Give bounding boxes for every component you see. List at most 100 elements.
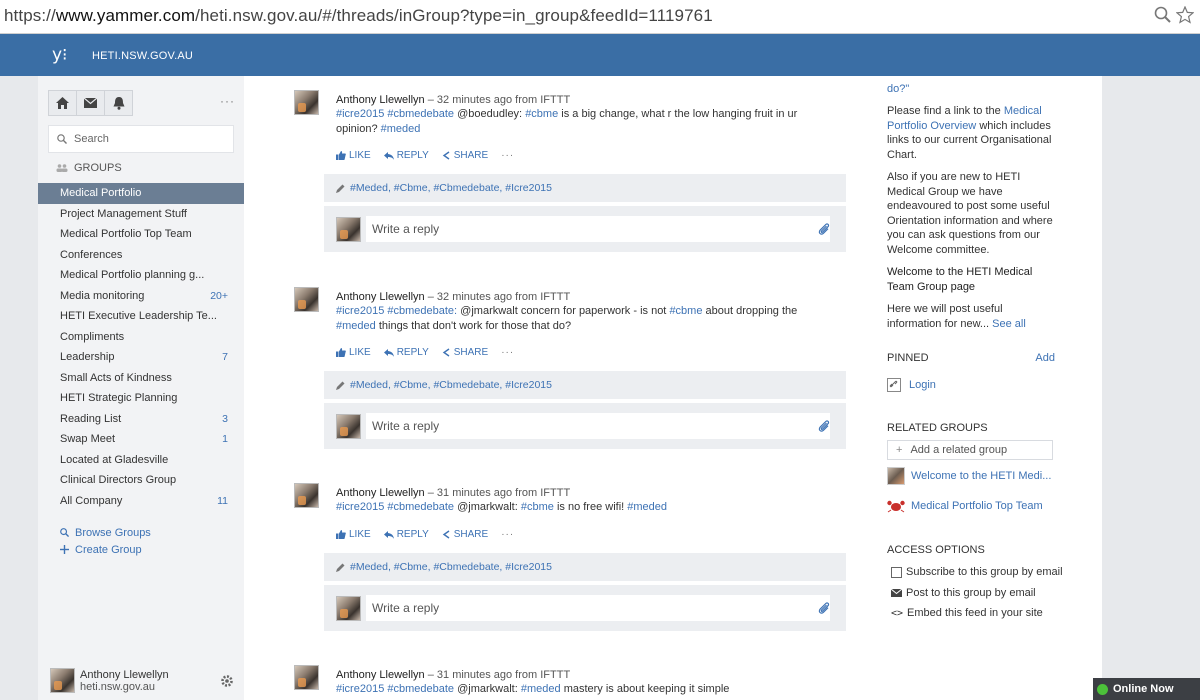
gear-icon[interactable] xyxy=(220,674,234,688)
avatar[interactable] xyxy=(294,665,319,690)
like-button[interactable]: LIKE xyxy=(336,529,371,540)
hashtag[interactable]: #icre2015 xyxy=(336,683,384,695)
search-icon xyxy=(60,528,69,537)
group-item[interactable]: All Company 11 xyxy=(38,491,244,512)
topics-list[interactable]: #Meded, #Cbme, #Cbmedebate, #Icre2015 xyxy=(350,379,552,391)
group-item[interactable]: Located at Gladesville xyxy=(38,450,244,471)
mention[interactable]: @boedudley: xyxy=(457,108,522,120)
topics-list[interactable]: #Meded, #Cbme, #Cbmedebate, #Icre2015 xyxy=(350,561,552,573)
like-button[interactable]: LIKE xyxy=(336,150,371,161)
group-info-fragment[interactable]: do?" xyxy=(887,82,1057,97)
more-options-icon[interactable]: ··· xyxy=(501,150,514,161)
avatar[interactable] xyxy=(294,287,319,312)
subscribe-checkbox[interactable] xyxy=(891,566,902,578)
hashtag[interactable]: #meded xyxy=(381,123,421,135)
share-button[interactable]: SHARE xyxy=(442,347,488,358)
avatar[interactable] xyxy=(294,90,319,115)
current-user[interactable]: Anthony Llewellyn heti.nsw.gov.au xyxy=(50,668,169,693)
group-item[interactable]: Small Acts of Kindness xyxy=(38,368,244,389)
hashtag[interactable]: #icre2015 xyxy=(336,501,384,513)
browse-groups-link[interactable]: Browse Groups xyxy=(60,524,151,541)
share-button[interactable]: SHARE xyxy=(442,529,488,540)
hashtag[interactable]: #meded xyxy=(521,683,561,695)
hashtag[interactable]: #meded xyxy=(627,501,667,513)
hashtag[interactable]: #meded xyxy=(336,320,376,332)
reply-button[interactable]: REPLY xyxy=(383,150,429,161)
group-item[interactable]: HETI Executive Leadership Te... xyxy=(38,306,244,327)
url-text[interactable]: https://www.yammer.com/heti.nsw.gov.au/#… xyxy=(4,6,713,26)
hashtag[interactable]: #cbmedebate xyxy=(387,683,454,695)
search-icon[interactable] xyxy=(1154,6,1172,24)
chat-status-bar[interactable]: Online Now xyxy=(1093,678,1200,700)
group-item[interactable]: Medical Portfolio xyxy=(38,183,244,204)
avatar[interactable] xyxy=(294,483,319,508)
group-item[interactable]: Conferences xyxy=(38,245,244,266)
like-button[interactable]: LIKE xyxy=(336,347,371,358)
group-item[interactable]: HETI Strategic Planning xyxy=(38,388,244,409)
hashtag[interactable]: #icre2015 xyxy=(336,108,384,120)
more-options-icon[interactable]: ··· xyxy=(220,95,235,107)
network-name[interactable]: HETI.NSW.GOV.AU xyxy=(92,50,193,62)
add-pinned-link[interactable]: Add xyxy=(1035,352,1055,364)
search-input[interactable]: Search xyxy=(48,125,234,153)
user-name: Anthony Llewellyn xyxy=(80,668,169,681)
topics-list[interactable]: #Meded, #Cbme, #Cbmedebate, #Icre2015 xyxy=(350,182,552,194)
share-button[interactable]: SHARE xyxy=(442,150,488,161)
hashtag[interactable]: #cbme xyxy=(525,108,558,120)
subscribe-email-option[interactable]: Subscribe to this group by email xyxy=(891,566,1063,578)
pinned-login-link[interactable]: Login xyxy=(887,378,936,392)
group-item[interactable]: Reading List 3 xyxy=(38,409,244,430)
mention[interactable]: @jmarkwalt: xyxy=(457,501,518,513)
post-by-email-option[interactable]: Post to this group by email xyxy=(891,587,1036,599)
hashtag[interactable]: #cbmedebate: xyxy=(387,305,457,317)
hashtag[interactable]: #cbme xyxy=(669,305,702,317)
inbox-button[interactable] xyxy=(76,90,105,116)
post-text: #icre2015 #cbmedebate @boedudley: #cbme … xyxy=(336,108,798,135)
reply-box: Write a reply xyxy=(324,403,846,449)
post-actions: LIKE REPLY SHARE ··· xyxy=(336,347,514,358)
home-button[interactable] xyxy=(48,90,77,116)
group-item[interactable]: Medical Portfolio planning g... xyxy=(38,265,244,286)
hashtag[interactable]: #cbmedebate xyxy=(387,501,454,513)
group-item[interactable]: Leadership 7 xyxy=(38,347,244,368)
author-name[interactable]: Anthony Llewellyn xyxy=(336,94,425,106)
add-related-group-input[interactable]: + Add a related group xyxy=(887,440,1053,460)
group-item[interactable]: Project Management Stuff xyxy=(38,204,244,225)
unread-count: 3 xyxy=(222,412,228,425)
address-bar[interactable]: https://www.yammer.com/heti.nsw.gov.au/#… xyxy=(0,0,1200,34)
author-name[interactable]: Anthony Llewellyn xyxy=(336,487,425,499)
star-icon[interactable] xyxy=(1176,6,1194,24)
thread-post: Anthony Llewellyn – 32 minutes ago from … xyxy=(294,90,854,137)
author-name[interactable]: Anthony Llewellyn xyxy=(336,669,425,681)
post-text: #icre2015 #cbmedebate @jmarkwalt: #meded… xyxy=(336,683,730,695)
group-item[interactable]: Media monitoring 20+ xyxy=(38,286,244,307)
reply-input[interactable]: Write a reply xyxy=(366,413,830,439)
paperclip-icon[interactable] xyxy=(818,602,830,615)
more-options-icon[interactable]: ··· xyxy=(501,347,514,358)
mention[interactable]: @jmarkwalt: xyxy=(457,683,518,695)
paperclip-icon[interactable] xyxy=(818,420,830,433)
notifications-button[interactable] xyxy=(104,90,133,116)
mention[interactable]: @jmarkwalt xyxy=(460,305,518,317)
group-item[interactable]: Compliments xyxy=(38,327,244,348)
see-all-link[interactable]: See all xyxy=(992,318,1026,330)
group-item[interactable]: Medical Portfolio Top Team xyxy=(38,224,244,245)
related-group-item[interactable]: Welcome to the HETI Medi... xyxy=(887,467,1051,485)
paperclip-icon[interactable] xyxy=(818,223,830,236)
hashtag[interactable]: #cbme xyxy=(521,501,554,513)
group-item[interactable]: Swap Meet 1 xyxy=(38,429,244,450)
hashtag[interactable]: #icre2015 xyxy=(336,305,384,317)
related-group-item[interactable]: Medical Portfolio Top Team xyxy=(887,497,1043,515)
group-item[interactable]: Clinical Directors Group xyxy=(38,470,244,491)
author-name[interactable]: Anthony Llewellyn xyxy=(336,291,425,303)
reply-input[interactable]: Write a reply xyxy=(366,216,830,242)
sidebar: ··· Search GROUPS Medical Portfolio Proj… xyxy=(38,76,244,700)
embed-feed-option[interactable]: <> Embed this feed in your site xyxy=(891,607,1043,619)
hashtag[interactable]: #cbmedebate xyxy=(387,108,454,120)
reply-input[interactable]: Write a reply xyxy=(366,595,830,621)
create-group-link[interactable]: Create Group xyxy=(60,541,151,558)
yammer-logo[interactable]: y⁝ xyxy=(52,45,67,65)
reply-button[interactable]: REPLY xyxy=(383,529,429,540)
reply-button[interactable]: REPLY xyxy=(383,347,429,358)
more-options-icon[interactable]: ··· xyxy=(501,529,514,540)
